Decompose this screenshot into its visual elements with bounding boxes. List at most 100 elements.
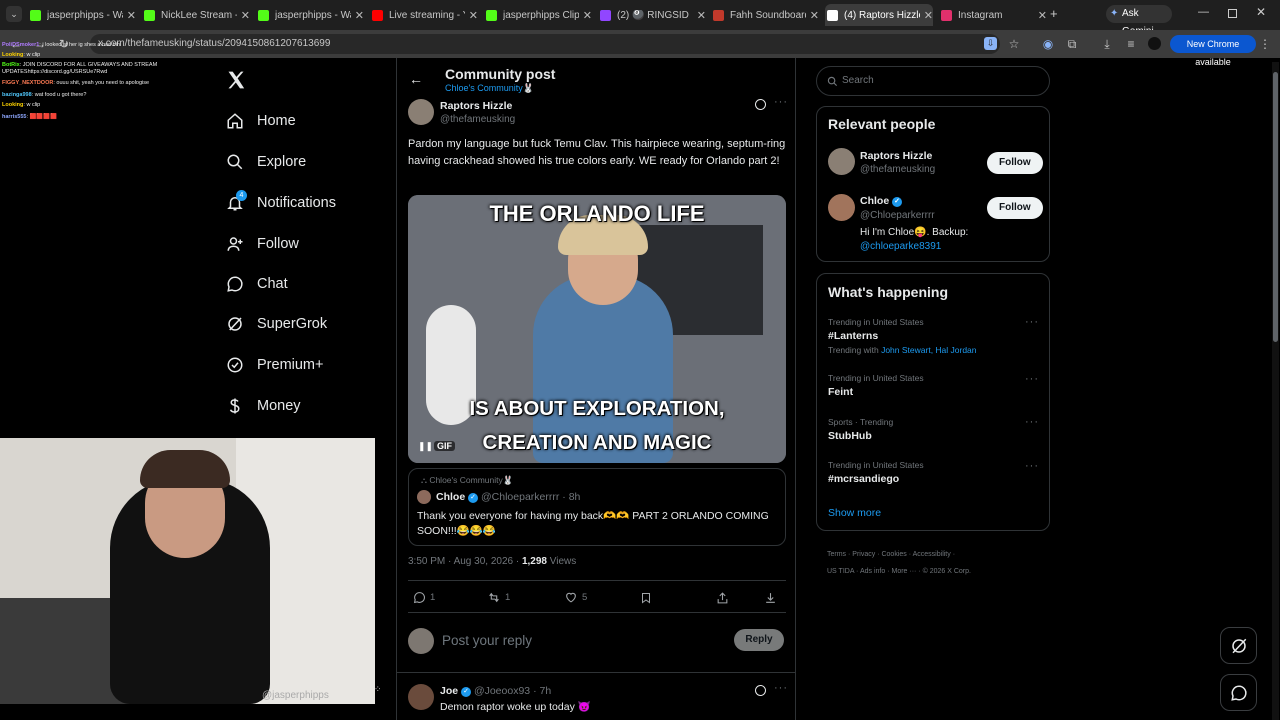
trend-item[interactable]: Trending in United States #mcrsandiego	[828, 460, 1038, 485]
extension-audio-icon[interactable]: ◉	[1040, 36, 1056, 52]
post-media-gif[interactable]: THE ORLANDO LIFE IS ABOUT EXPLORATION, C…	[408, 195, 786, 463]
person-avatar[interactable]	[828, 148, 855, 175]
bookmark-star-icon[interactable]: ☆	[1006, 36, 1022, 52]
back-arrow-icon[interactable]: ←	[409, 71, 423, 87]
person-handle[interactable]: @Chloeparkerrrr	[860, 210, 935, 221]
reply-header: Joe ✓ @Joeoox93 · 7h	[440, 685, 551, 697]
reply-input[interactable]: Post your reply	[442, 633, 532, 648]
footer-link[interactable]: US TIDA	[827, 568, 854, 575]
trend-more-icon[interactable]: ···	[1025, 416, 1039, 428]
reply-author-name[interactable]: Joe	[440, 685, 458, 697]
footer-link[interactable]: Terms	[827, 551, 846, 558]
repost-action[interactable]: 1	[487, 591, 510, 604]
browser-tab[interactable]: Instagram ✕	[939, 4, 1047, 26]
nav-explore[interactable]: Explore	[226, 150, 306, 174]
reading-list-icon[interactable]: ≡	[1123, 36, 1139, 52]
close-tab-icon[interactable]: ✕	[697, 9, 706, 22]
minimize-button[interactable]: —	[1198, 6, 1209, 18]
grok-explain-icon[interactable]	[755, 99, 766, 110]
grok-floating-button[interactable]	[1220, 627, 1257, 664]
ask-gemini-button[interactable]: ✦ Ask Gemini	[1106, 5, 1172, 37]
browser-tab[interactable]: jasperphipps - Wa ✕	[256, 4, 364, 26]
install-app-icon[interactable]: ⇩	[984, 37, 997, 50]
extensions-puzzle-icon[interactable]: ⧉	[1064, 36, 1080, 52]
person-handle[interactable]: @thefameusking	[860, 164, 935, 175]
person-avatar[interactable]	[828, 194, 855, 221]
nav-supergrok[interactable]: SuperGrok	[226, 312, 327, 336]
address-bar[interactable]: x.com/thefameusking/status/2094150861207…	[90, 34, 1000, 54]
author-avatar[interactable]	[408, 99, 434, 125]
person-name[interactable]: Chloe	[860, 195, 889, 207]
close-tab-icon[interactable]: ✕	[924, 9, 933, 22]
reply-more-icon[interactable]: ···	[774, 682, 788, 694]
reply-button[interactable]: Reply	[734, 629, 784, 651]
new-tab-button[interactable]: +	[1050, 6, 1058, 21]
browser-tab[interactable]: Live streaming - Yo ✕	[370, 4, 478, 26]
scrollbar-thumb[interactable]	[1273, 72, 1278, 342]
messages-floating-button[interactable]	[1220, 674, 1257, 711]
post-author-handle[interactable]: @thefameusking	[440, 114, 515, 125]
reply-grok-icon[interactable]	[755, 685, 766, 696]
reply-author-handle[interactable]: @Joeoox93	[474, 685, 530, 697]
download-action[interactable]	[764, 591, 777, 605]
browser-tab[interactable]: (4) Raptors Hizzle ✕	[825, 4, 933, 26]
trend-more-icon[interactable]: ···	[1025, 316, 1039, 328]
trend-with-names[interactable]: John Stewart, Hal Jordan	[881, 345, 976, 355]
reply-author-avatar[interactable]	[408, 684, 434, 710]
trend-item[interactable]: Trending in United States Feint	[828, 373, 1038, 398]
person-name[interactable]: Raptors Hizzle	[860, 150, 932, 162]
browser-tab[interactable]: jasperphipps Clips ✕	[484, 4, 592, 26]
follow-button[interactable]: Follow	[987, 197, 1043, 219]
maximize-button[interactable]	[1228, 9, 1237, 18]
reply-action[interactable]: 1	[413, 591, 435, 604]
follow-button[interactable]: Follow	[987, 152, 1043, 174]
show-more-link[interactable]: Show more	[828, 507, 881, 519]
new-chrome-available-button[interactable]: New Chrome available	[1170, 35, 1256, 67]
pause-icon[interactable]: ❚❚	[418, 441, 433, 452]
community-link[interactable]: Chloe's Community🐰	[445, 83, 534, 94]
like-action[interactable]: 5	[564, 591, 587, 604]
post-author-name[interactable]: Raptors Hizzle	[440, 100, 512, 112]
close-tab-icon[interactable]: ✕	[810, 9, 819, 22]
trend-more-icon[interactable]: ···	[1025, 460, 1039, 472]
tab-search-button[interactable]: ⌄	[6, 6, 22, 22]
close-tab-icon[interactable]: ✕	[127, 9, 136, 22]
quoted-post[interactable]: ⛬ Chloe's Community🐰 Chloe ✓ @Chloeparke…	[408, 468, 786, 546]
bookmark-action[interactable]	[640, 591, 652, 605]
post-more-icon[interactable]: ···	[774, 96, 788, 108]
browser-tab[interactable]: NickLee Stream - K ✕	[142, 4, 250, 26]
nav-chat[interactable]: Chat	[226, 272, 288, 296]
chat-text: JOIN DISCORD FOR ALL GIVEAWAYS AND STREA…	[2, 62, 158, 75]
nav-money[interactable]: Money	[226, 394, 301, 418]
trend-item[interactable]: Sports · Trending StubHub	[828, 417, 1038, 442]
x-logo[interactable]	[226, 70, 246, 90]
footer-link[interactable]: Privacy	[852, 551, 875, 558]
person-bio-link[interactable]: @chloeparke8391	[860, 241, 941, 252]
close-tab-icon[interactable]: ✕	[1038, 9, 1047, 22]
close-window-button[interactable]: ✕	[1256, 5, 1266, 19]
trend-more-icon[interactable]: ···	[1025, 373, 1039, 385]
browser-tab[interactable]: jasperphipps - Wa ✕	[28, 4, 136, 26]
footer-link[interactable]: Ads info	[860, 568, 885, 575]
footer-link[interactable]: Accessibility	[913, 551, 951, 558]
nav-premium[interactable]: Premium+	[226, 353, 323, 377]
footer-link[interactable]: More ···	[891, 568, 916, 575]
browser-tab[interactable]: (2) 🎱 RINGSID ✕	[598, 4, 706, 26]
chrome-menu-icon[interactable]: ⋮	[1257, 36, 1273, 52]
search-box[interactable]: Search	[816, 66, 1050, 96]
downloads-icon[interactable]: ⤓	[1099, 36, 1115, 52]
nav-notifications[interactable]: 4 Notifications	[226, 190, 336, 215]
trend-item[interactable]: Trending in United States #Lanterns Tren…	[828, 317, 1038, 355]
profile-avatar-icon[interactable]	[1148, 37, 1161, 50]
nav-home[interactable]: Home	[226, 109, 296, 133]
close-tab-icon[interactable]: ✕	[355, 9, 364, 22]
footer-link[interactable]: Cookies	[881, 551, 906, 558]
close-tab-icon[interactable]: ✕	[241, 9, 250, 22]
nav-follow[interactable]: Follow	[226, 232, 299, 256]
close-tab-icon[interactable]: ✕	[583, 9, 592, 22]
browser-tab[interactable]: Fahh Soundboard ✕	[711, 4, 819, 26]
person-bio-text: Hi I'm Chloe😝. Backup:	[860, 227, 969, 238]
page-scrollbar[interactable]	[1272, 62, 1279, 720]
share-action[interactable]	[716, 591, 729, 605]
close-tab-icon[interactable]: ✕	[469, 9, 478, 22]
